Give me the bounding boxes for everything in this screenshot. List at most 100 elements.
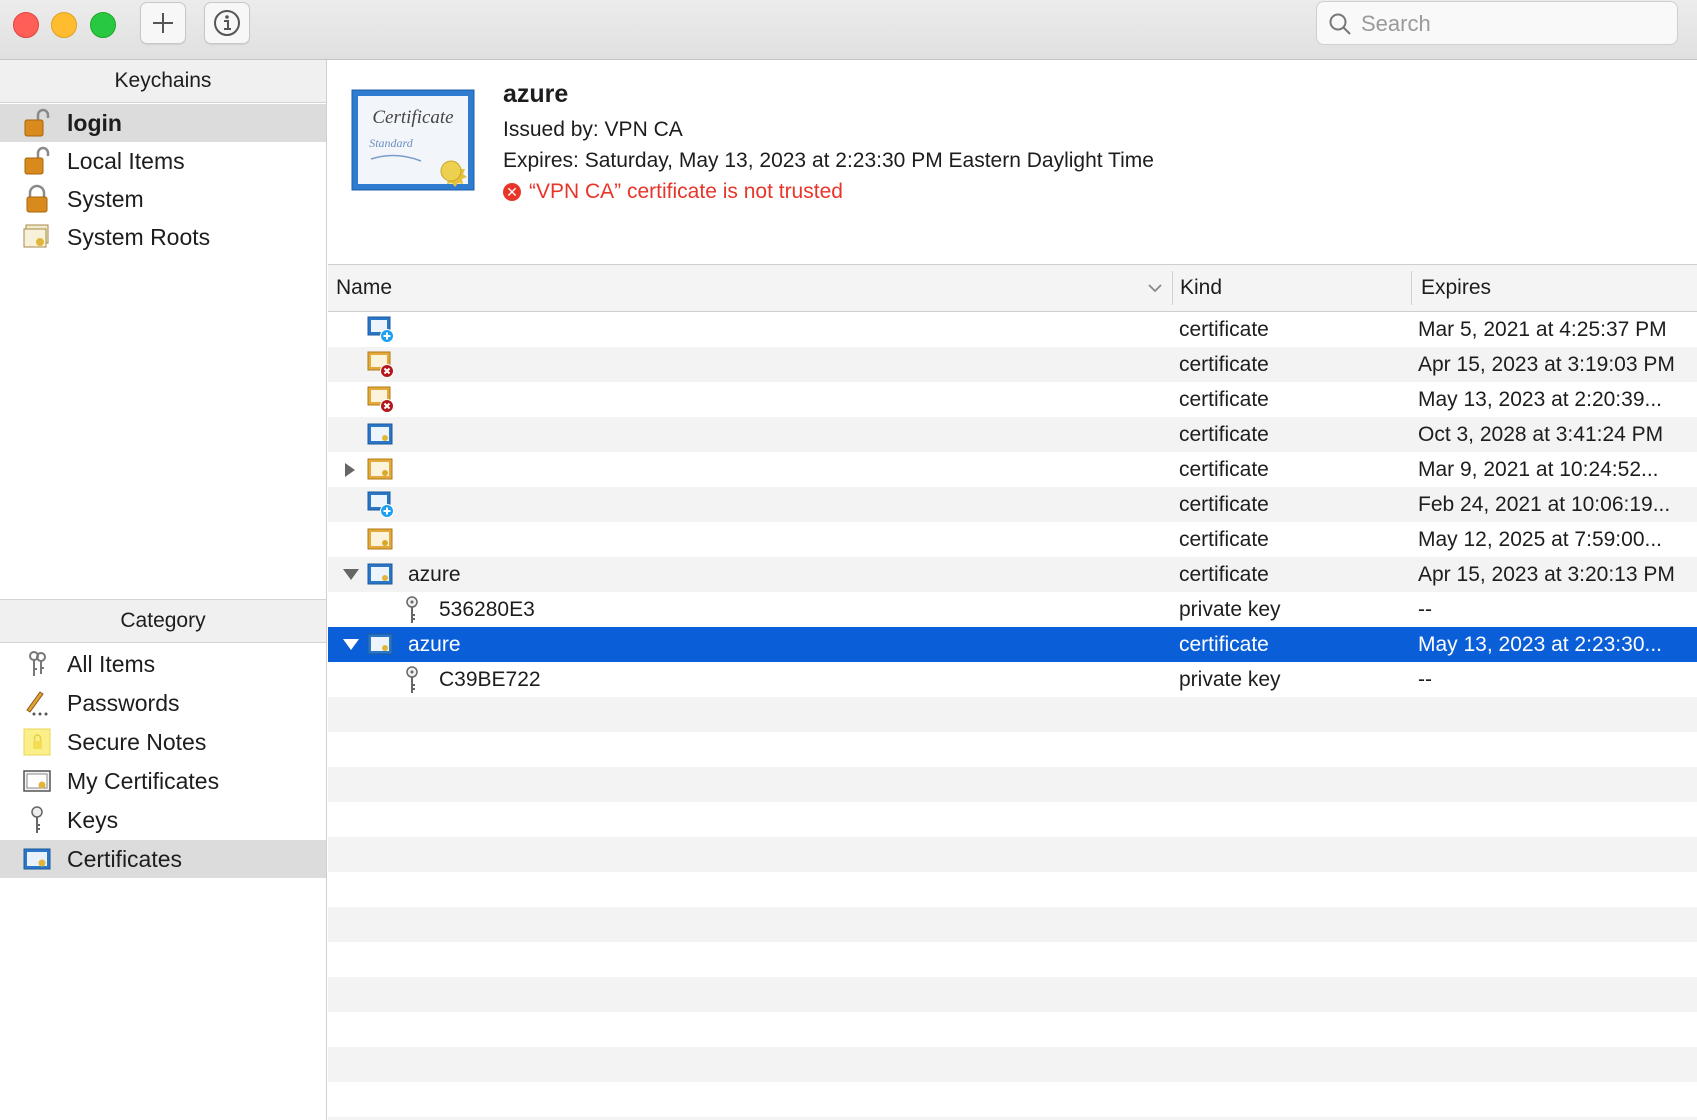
sidebar-item-label: All Items: [67, 650, 156, 677]
table-row-empty: [328, 977, 1697, 1012]
item-name: azure: [408, 562, 461, 586]
category-passwords[interactable]: Passwords: [0, 684, 326, 722]
category-keys[interactable]: Keys: [0, 801, 326, 839]
column-expires-header[interactable]: Expires: [1421, 265, 1491, 311]
category-my-certificates[interactable]: My Certificates: [0, 762, 326, 800]
keychain-system[interactable]: System: [0, 180, 326, 218]
column-name-header[interactable]: Name: [336, 265, 392, 311]
table-row-empty: [328, 1082, 1697, 1117]
chevron-down-icon[interactable]: [1146, 279, 1164, 297]
table-row[interactable]: C39BE722 private key --: [328, 662, 1697, 697]
item-name: 536280E3: [439, 597, 535, 621]
cert-blue-icon: [367, 633, 393, 655]
item-expires: May 13, 2023 at 2:20:39...: [1418, 387, 1663, 411]
sidebar-item-label: Keys: [67, 806, 119, 833]
item-name: C39BE722: [439, 667, 541, 691]
table-row[interactable]: azure certificate Apr 15, 2023 at 3:20:13 …: [328, 557, 1697, 592]
lock-open-icon: [24, 108, 50, 137]
table-row[interactable]: certificate Mar 9, 2021 at 10:24:52...: [328, 452, 1697, 487]
sidebar-item-label: Passwords: [67, 689, 180, 716]
error-icon: ✕: [503, 183, 521, 201]
info-icon: [214, 10, 240, 36]
certificate-large-icon: Certificate Standard: [351, 89, 475, 191]
sidebar-item-label: System Roots: [67, 223, 211, 250]
disclosure-triangle-icon[interactable]: [342, 566, 360, 582]
item-expires: Mar 9, 2021 at 10:24:52...: [1418, 457, 1659, 481]
table-row[interactable]: certificate Feb 24, 2021 at 10:06:19...: [328, 487, 1697, 522]
toolbar: [0, 0, 1697, 60]
sidebar: Keychains login Local Items System Syste…: [0, 60, 327, 1120]
item-kind: certificate: [1179, 632, 1269, 656]
sidebar-item-label: login: [67, 109, 122, 136]
keychain-local-items[interactable]: Local Items: [0, 142, 326, 180]
item-kind: certificate: [1179, 317, 1269, 341]
table-row[interactable]: certificate Mar 5, 2021 at 4:25:37 PM: [328, 312, 1697, 347]
certificate-icon: [23, 770, 51, 792]
note-icon: [23, 728, 51, 756]
minimize-window-button[interactable]: [51, 12, 77, 38]
keychain-system-roots[interactable]: System Roots: [0, 218, 326, 256]
trust-warning-text: “VPN CA” certificate is not trusted: [529, 180, 843, 203]
lock-icon: [26, 184, 48, 213]
table-row[interactable]: certificate Apr 15, 2023 at 3:19:03 PM: [328, 347, 1697, 382]
close-window-button[interactable]: [13, 12, 39, 38]
item-kind: certificate: [1179, 562, 1269, 586]
item-expires: May 12, 2025 at 7:59:00...: [1418, 527, 1663, 551]
cert-plus-icon: [367, 316, 394, 343]
get-info-button[interactable]: [204, 2, 250, 44]
cert-blue-icon: [367, 563, 393, 585]
pencil-dots-icon: [26, 691, 48, 716]
column-divider[interactable]: [1411, 271, 1412, 305]
table-row-empty: [328, 1012, 1697, 1047]
item-expires: --: [1418, 667, 1432, 691]
search-field[interactable]: [1316, 1, 1678, 45]
search-icon: [1329, 13, 1351, 35]
cert-gold-icon: [367, 528, 393, 550]
table-row[interactable]: certificate Oct 3, 2028 at 3:41:24 PM: [328, 417, 1697, 452]
table-row-empty: [328, 872, 1697, 907]
key-icon: [406, 666, 418, 693]
disclosure-triangle-icon[interactable]: [342, 461, 358, 479]
add-item-button[interactable]: [140, 2, 186, 44]
cert-error-icon: [367, 351, 394, 378]
table-row[interactable]: certificate May 13, 2023 at 2:20:39...: [328, 382, 1697, 417]
item-kind: private key: [1179, 597, 1281, 621]
certificate-title: azure: [503, 80, 569, 108]
column-kind-header[interactable]: Kind: [1180, 265, 1222, 311]
trust-warning: ✕ “VPN CA” certificate is not trusted: [503, 180, 843, 204]
certificate-large-title: Certificate: [372, 107, 453, 128]
item-kind: certificate: [1179, 492, 1269, 516]
keychain-login[interactable]: login: [0, 104, 326, 142]
item-expires: Apr 15, 2023 at 3:20:13 PM: [1418, 562, 1675, 586]
disclosure-triangle-icon[interactable]: [342, 636, 360, 652]
certificate-detail: Certificate Standard azure Issued by: VP…: [328, 60, 1697, 265]
table-row[interactable]: 536280E3 private key --: [328, 592, 1697, 627]
table-row[interactable]: certificate May 12, 2025 at 7:59:00...: [328, 522, 1697, 557]
table-row-empty: [328, 907, 1697, 942]
table-row[interactable]: azure certificate May 13, 2023 at 2:23:30.…: [328, 627, 1697, 662]
lock-open-icon: [24, 146, 50, 175]
expiration-date: Expires: Saturday, May 13, 2023 at 2:23:…: [503, 149, 1154, 172]
search-input[interactable]: [1359, 8, 1663, 40]
table-header: Name Kind Expires: [328, 265, 1697, 312]
column-divider[interactable]: [1172, 271, 1173, 305]
item-kind: certificate: [1179, 457, 1269, 481]
cert-plus-icon: [367, 491, 394, 518]
table-row-empty: [328, 767, 1697, 802]
cert-gold-icon: [367, 458, 393, 480]
sidebar-item-label: Certificates: [67, 845, 183, 872]
item-expires: Apr 15, 2023 at 3:19:03 PM: [1418, 352, 1675, 376]
category-all-items[interactable]: All Items: [0, 645, 326, 683]
item-name: azure: [408, 632, 461, 656]
category-secure-notes[interactable]: Secure Notes: [0, 723, 326, 761]
certificate-large-subtitle: Standard: [369, 136, 414, 150]
certificate-icon: [23, 848, 51, 870]
zoom-window-button[interactable]: [90, 12, 116, 38]
plus-icon: [153, 13, 173, 33]
sidebar-item-label: My Certificates: [67, 767, 220, 794]
item-kind: certificate: [1179, 352, 1269, 376]
key-icon: [406, 596, 418, 623]
issued-by: Issued by: VPN CA: [503, 118, 683, 141]
category-certificates[interactable]: Certificates: [0, 840, 326, 878]
item-kind: certificate: [1179, 422, 1269, 446]
